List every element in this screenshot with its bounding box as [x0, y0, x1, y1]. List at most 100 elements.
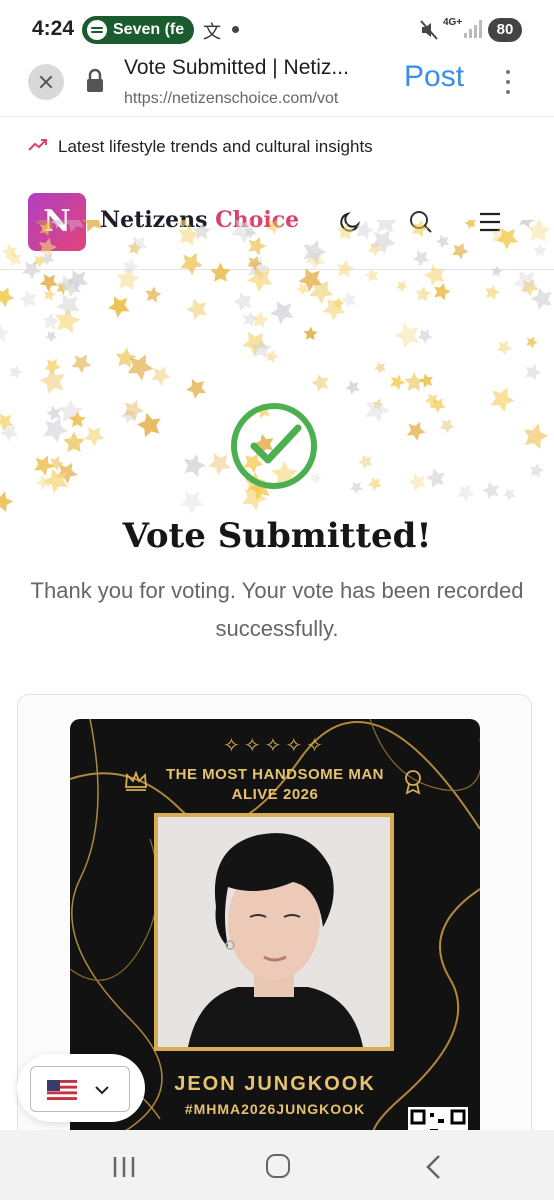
confetti-star	[59, 273, 86, 300]
portrait-illustration	[158, 817, 390, 1047]
site-brand-name[interactable]: Netizens Choice	[100, 207, 299, 233]
confetti-star	[104, 290, 136, 321]
confetti-star	[119, 395, 148, 423]
status-bar: 4:24 Seven (fe 文 4G+ 80	[0, 0, 554, 60]
confetti-star	[118, 404, 141, 427]
confetti-star	[68, 349, 96, 376]
confetti-star	[230, 287, 258, 315]
confetti-star	[370, 397, 385, 412]
confetti-star	[44, 402, 66, 424]
confetti-star	[0, 419, 23, 444]
confetti-star	[63, 431, 85, 453]
confetti-star	[38, 412, 72, 445]
confetti-star	[263, 348, 280, 364]
confetti-star	[393, 277, 410, 294]
confetti-star	[305, 273, 339, 307]
confetti-star	[143, 284, 163, 304]
trending-up-icon	[28, 139, 47, 151]
confetti-star	[36, 362, 72, 399]
confetti-star	[417, 370, 437, 391]
signal-icon	[464, 20, 482, 38]
confetti-star	[0, 282, 18, 310]
confetti-star	[52, 287, 86, 321]
award-title: THE MOST HANDSOME MAN ALIVE 2026	[150, 765, 400, 805]
success-message: Thank you for voting. Your vote has been…	[30, 578, 524, 641]
confetti-star	[427, 393, 449, 415]
spotify-now-playing-pill[interactable]: Seven (fe	[82, 16, 194, 44]
more-options-icon[interactable]	[506, 70, 510, 100]
dark-mode-moon-icon[interactable]	[338, 210, 362, 234]
hamburger-menu-icon[interactable]	[478, 212, 502, 232]
confetti-star	[528, 282, 554, 314]
confetti-star	[522, 361, 544, 382]
confetti-star	[343, 376, 364, 397]
confetti-star	[122, 348, 158, 383]
page-url[interactable]: https://netizenschoice.com/vot	[124, 90, 386, 108]
trend-text: Latest lifestyle trends and cultural ins…	[58, 137, 373, 156]
confetti-star	[37, 268, 62, 294]
confetti-star	[330, 296, 346, 310]
confetti-star	[294, 278, 314, 298]
confetti-star	[0, 408, 18, 434]
home-icon[interactable]	[266, 1154, 290, 1178]
confetti-star	[437, 415, 458, 435]
confetti-star	[483, 282, 502, 301]
confetti-star	[41, 354, 64, 377]
confetti-star	[318, 291, 351, 324]
confetti-star	[405, 468, 431, 494]
confetti-star	[17, 286, 42, 312]
network-type: 4G+	[443, 17, 463, 28]
confetti-star	[372, 359, 390, 376]
post-button[interactable]: Post	[404, 60, 464, 94]
confetti-star	[422, 389, 443, 410]
confetti-star	[57, 398, 84, 423]
confetti-star	[486, 382, 519, 414]
award-title-line-1: THE MOST HANDSOME MAN	[166, 766, 384, 783]
confetti-star	[415, 324, 436, 346]
confetti-star	[423, 464, 451, 492]
site-logo[interactable]: N	[28, 193, 86, 251]
lock-icon[interactable]	[85, 68, 105, 94]
confetti-star	[339, 288, 361, 311]
confetti-star	[54, 270, 80, 296]
confetti-star	[391, 316, 427, 353]
confetti-star	[30, 451, 58, 478]
confetti-star	[520, 420, 551, 451]
confetti-star	[0, 488, 16, 514]
confetti-star	[454, 480, 478, 504]
back-icon[interactable]	[424, 1154, 442, 1180]
page-title[interactable]: Vote Submitted | Netiz...	[124, 56, 386, 80]
spotify-track-label: Seven (fe	[113, 21, 185, 38]
recent-apps-icon[interactable]	[112, 1156, 136, 1178]
language-selector[interactable]	[30, 1066, 130, 1112]
confetti-star	[249, 336, 274, 360]
confetti-star	[183, 293, 214, 324]
confetti-star	[0, 324, 10, 342]
confetti-star	[176, 484, 210, 517]
search-icon[interactable]	[408, 209, 434, 235]
brand-part-1: Netizens	[100, 207, 216, 233]
site-header: N Netizens Choice	[0, 177, 554, 270]
chevron-down-icon	[95, 1086, 109, 1095]
mute-icon	[420, 20, 438, 40]
confetti-star	[303, 326, 318, 341]
confetti-star	[52, 305, 83, 335]
confetti-star	[517, 274, 542, 299]
confetti-star	[387, 371, 408, 392]
confetti-star	[524, 334, 540, 350]
confetti-star	[52, 457, 82, 486]
confetti-star	[34, 471, 55, 493]
confetti-star	[43, 327, 60, 344]
confetti-star	[238, 324, 273, 360]
confetti-star	[42, 287, 57, 302]
confetti-star	[348, 478, 366, 496]
confetti-star	[414, 285, 432, 302]
confetti-star	[46, 453, 66, 472]
confetti-star	[480, 478, 504, 502]
us-flag-icon	[47, 1080, 77, 1100]
status-time: 4:24	[32, 17, 75, 40]
close-tab-button[interactable]	[28, 64, 64, 100]
confetti-star	[40, 462, 75, 497]
confetti-star	[134, 408, 168, 442]
confetti-star	[431, 280, 453, 302]
